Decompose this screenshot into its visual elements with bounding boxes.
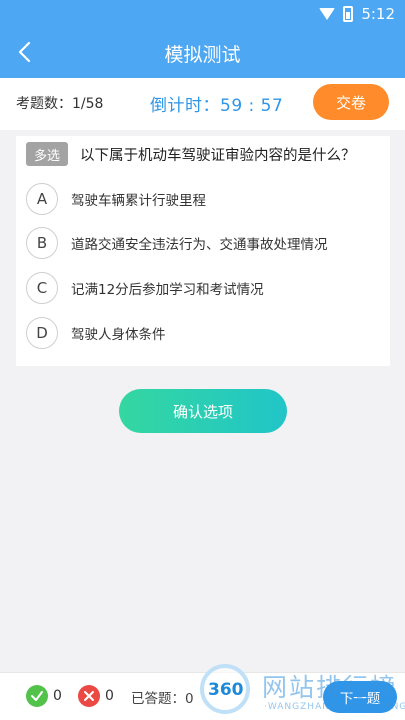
option-b[interactable]: B 道路交通安全违法行为、交通事故处理情况	[26, 227, 376, 259]
info-bar: 考题数：1/58 倒计时：59 : 57 交卷	[0, 78, 405, 130]
confirm-option-button[interactable]: 确认选项	[119, 389, 287, 433]
option-d[interactable]: D 驾驶人身体条件	[26, 317, 376, 349]
question-count: 考题数：1/58	[16, 96, 104, 112]
battery-icon	[343, 6, 354, 22]
countdown-timer: 倒计时：59 : 57	[150, 96, 284, 116]
question-header: 多选 以下属于机动车驾驶证审验内容的是什么？	[26, 142, 356, 166]
option-text: 驾驶人身体条件	[71, 327, 166, 343]
wrong-count: 0	[105, 688, 114, 704]
option-a[interactable]: A 驾驶车辆累计行驶里程	[26, 183, 376, 215]
x-circle-icon	[78, 685, 100, 707]
option-text: 记满12分后参加学习和考试情况	[71, 282, 264, 298]
option-c[interactable]: C 记满12分后参加学习和考试情况	[26, 272, 376, 304]
wifi-icon	[319, 8, 336, 20]
correct-stat: 0	[26, 685, 62, 707]
bottom-bar: 0 0 已答题：0 下一题	[0, 672, 405, 720]
option-text: 道路交通安全违法行为、交通事故处理情况	[71, 237, 328, 253]
option-letter: D	[26, 317, 58, 349]
wrong-stat: 0	[78, 685, 114, 707]
status-bar: 5:12	[0, 0, 405, 28]
option-letter: A	[26, 183, 58, 215]
correct-count: 0	[53, 688, 62, 704]
page-title: 模拟测试	[164, 44, 241, 66]
question-text: 以下属于机动车驾驶证审验内容的是什么？	[80, 147, 356, 164]
option-letter: B	[26, 227, 58, 259]
answered-count: 已答题：0	[131, 691, 194, 707]
option-text: 驾驶车辆累计行驶里程	[71, 193, 206, 209]
check-circle-icon	[26, 685, 48, 707]
question-type-tag: 多选	[26, 142, 68, 166]
option-letter: C	[26, 272, 58, 304]
app-bar: 5:12 模拟测试	[0, 0, 405, 78]
status-time: 5:12	[361, 5, 395, 23]
next-question-button[interactable]: 下一题	[323, 681, 397, 713]
question-card: 多选 以下属于机动车驾驶证审验内容的是什么？ A 驾驶车辆累计行驶里程 B 道路…	[16, 136, 390, 366]
submit-exam-button[interactable]: 交卷	[313, 84, 389, 120]
